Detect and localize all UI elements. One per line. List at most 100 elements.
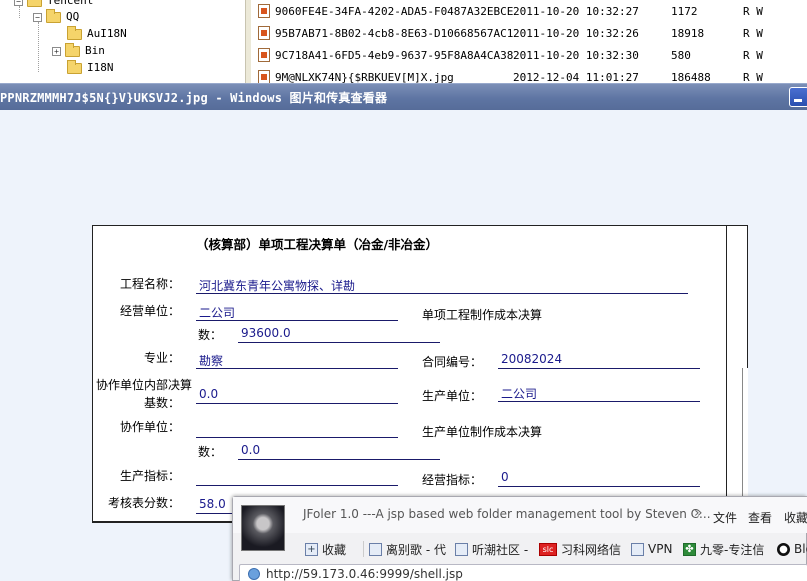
tree-item-label: QQ (66, 10, 80, 23)
document-image (92, 225, 748, 523)
folder-icon (67, 25, 82, 40)
file-attr: R W (743, 4, 763, 18)
menu-file[interactable]: 文件 (713, 509, 737, 526)
bookmark-label: 收藏 (322, 542, 347, 557)
file-icon (258, 4, 270, 18)
collapse-icon[interactable]: − (33, 12, 42, 22)
page-icon (631, 542, 644, 556)
address-bar[interactable]: http://59.173.0.46:9999/shell.jsp (239, 564, 807, 581)
folder-icon (27, 0, 42, 7)
assessment-score-value: 58.0 (199, 497, 226, 511)
menu-favorites[interactable]: 收藏 (784, 509, 807, 526)
file-list: 9060FE4E-34FA-4202-ADA5-F0487A32EBCE... … (251, 0, 807, 84)
project-name-label: 工程名称： (120, 277, 181, 291)
specialty-label: 专业： (144, 351, 181, 365)
file-name: 95B7AB71-8B02-4cb8-8E63-D10668567AC1... (275, 26, 513, 40)
file-size: 580 (671, 48, 691, 62)
contract-no-label: 合同编号： (422, 355, 483, 369)
bookmark-item[interactable]: ✤ 九零-专注信 (683, 540, 764, 558)
page-icon (369, 542, 382, 556)
window-title: PPNRZMMMH7J$5N{}V}UKSVJ2.jpg - Windows 图… (0, 91, 388, 105)
underline (196, 485, 398, 486)
tree-item-qq[interactable]: − QQ (33, 8, 80, 25)
tree-item-aui18n[interactable]: AuI18N (67, 25, 127, 42)
tab-title: JFoler 1.0 ---A jsp based web folder man… (303, 507, 711, 521)
document-frame (93, 226, 727, 522)
leaf-icon: ✤ (683, 542, 696, 556)
tree-item-i18n[interactable]: I18N (67, 59, 114, 76)
folder-icon (67, 59, 82, 74)
bookmark-label: 九零-专注信 (700, 542, 765, 557)
bookmark-label: 离别歌 - 代 (386, 542, 446, 557)
viewer-title-bar[interactable]: PPNRZMMMH7J$5N{}V}UKSVJ2.jpg - Windows 图… (0, 83, 807, 110)
underline (238, 459, 440, 460)
underline (196, 293, 688, 294)
file-size: 1172 (671, 4, 698, 18)
collapse-icon[interactable]: − (14, 0, 23, 6)
file-date: 2011-10-20 10:32:30 (513, 48, 639, 62)
browser-tab[interactable]: JFoler 1.0 ---A jsp based web folder man… (233, 497, 807, 533)
production-index-label: 生产指标： (120, 469, 181, 483)
file-row[interactable]: 9060FE4E-34FA-4202-ADA5-F0487A32EBCE... … (251, 0, 807, 22)
production-unit-label: 生产单位： (422, 389, 483, 403)
production-cost-label: 生产单位制作成本决算 (422, 425, 543, 439)
assessment-score-label: 考核表分数： (108, 496, 181, 510)
underline (498, 368, 700, 369)
coop-unit-label: 协作单位： (120, 420, 181, 434)
file-row[interactable]: 9C718A41-6FD5-4eb9-9637-95F8A8A4CA38... … (251, 44, 807, 66)
bookmark-item[interactable]: VPN (631, 540, 672, 558)
bookmark-label: VPN (648, 542, 673, 556)
folder-icon (46, 8, 61, 23)
bookmark-label: 习科网络信 (561, 542, 622, 557)
tree-item-label: I18N (87, 61, 114, 74)
document-title: （核算部）单项工程决算单（冶金/非冶金） (195, 237, 439, 252)
underline (196, 320, 398, 321)
bookmark-item[interactable]: 离别歌 - 代 (369, 540, 446, 558)
file-attr: R W (743, 26, 763, 40)
file-icon (258, 70, 270, 84)
operating-index-value: 0 (501, 470, 509, 484)
file-date: 2011-10-20 10:32:27 (513, 4, 639, 18)
underline (498, 401, 700, 402)
page-icon (455, 542, 468, 556)
bookmark-favorites[interactable]: + 收藏 (305, 540, 346, 558)
plus-icon: + (305, 542, 318, 556)
underline (196, 513, 236, 514)
project-name-value: 河北冀东青年公寓物探、详勘 (199, 279, 356, 293)
file-date: 2011-10-20 10:32:26 (513, 26, 639, 40)
file-date: 2012-12-04 11:01:27 (513, 70, 639, 84)
count-label: 数： (198, 328, 223, 342)
contract-no-value: 20082024 (501, 352, 563, 366)
tree-item-bin[interactable]: + Bin (52, 42, 105, 59)
file-attr: R W (743, 48, 763, 62)
file-name: 9060FE4E-34FA-4202-ADA5-F0487A32EBCE... (275, 4, 513, 18)
file-row[interactable]: 95B7AB71-8B02-4cb8-8E63-D10668567AC1... … (251, 22, 807, 44)
count2-label: 数： (198, 445, 223, 459)
count-value: 93600.0 (241, 326, 291, 340)
browser-window: JFoler 1.0 ---A jsp based web folder man… (232, 496, 807, 581)
file-name: 9C718A41-6FD5-4eb9-9637-95F8A8A4CA38... (275, 48, 513, 62)
minimize-button[interactable] (789, 87, 807, 107)
expand-icon[interactable]: + (52, 46, 61, 56)
bookmark-item[interactable]: slc 习科网络信 (539, 540, 621, 558)
coop-internal-label: 协作单位内部决算 (96, 378, 193, 392)
production-unit-value: 二公司 (501, 387, 538, 401)
operating-unit-value: 二公司 (199, 306, 236, 320)
bookmark-label: 听潮社区 - (472, 542, 529, 557)
tree-item-label: Bin (85, 44, 105, 57)
operating-unit-label: 经营单位： (120, 304, 181, 318)
bookmark-item[interactable]: ● Blo (777, 540, 807, 558)
divider (363, 541, 364, 557)
cost-settlement-label: 单项工程制作成本决算 (422, 308, 543, 322)
coop-internal-base-label: 基数： (144, 396, 181, 410)
file-size: 18918 (671, 26, 705, 40)
file-icon (258, 48, 270, 62)
screen: − Tencent − QQ AuI18N + Bin I18N 9060FE4… (0, 0, 807, 581)
menu-view[interactable]: 查看 (748, 509, 772, 526)
operating-index-label: 经营指标： (422, 473, 483, 487)
underline (196, 437, 398, 438)
count2-value: 0.0 (241, 443, 261, 457)
bookmark-item[interactable]: 听潮社区 - (455, 540, 528, 558)
tree-item-label: AuI18N (87, 27, 127, 40)
chevron-icon[interactable]: » (694, 505, 703, 521)
